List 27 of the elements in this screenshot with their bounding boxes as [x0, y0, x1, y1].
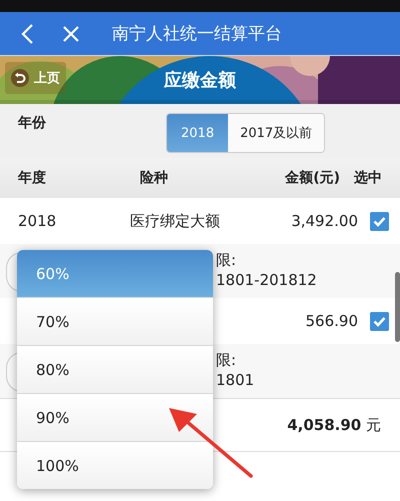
- page-title: 应缴金额: [164, 69, 236, 92]
- checkbox[interactable]: [370, 212, 388, 230]
- year-tab[interactable]: 2017及以前: [228, 114, 324, 152]
- menu-item[interactable]: 70%: [17, 297, 213, 345]
- column-header: 年度: [16, 169, 47, 187]
- year-label: 年份: [18, 114, 46, 132]
- total-amount: 4,058.90 元: [287, 416, 381, 434]
- menu-item[interactable]: 80%: [17, 345, 213, 393]
- back-icon[interactable]: [20, 22, 34, 44]
- period-value: 1801: [216, 370, 254, 390]
- scrollbar[interactable]: [395, 272, 400, 342]
- close-icon[interactable]: [62, 24, 80, 42]
- period-label: 限:: [216, 250, 238, 270]
- app-title: 南宁人社统一结算平台: [112, 23, 282, 45]
- column-header: 金额(元): [284, 169, 340, 187]
- checkbox[interactable]: [370, 312, 388, 330]
- menu-item[interactable]: 90%: [17, 393, 213, 441]
- menu-item[interactable]: 100%: [17, 441, 213, 489]
- period-value: 1801-201812: [216, 270, 317, 290]
- period-label: 限:: [216, 350, 238, 370]
- undo-icon: [11, 69, 29, 87]
- type-cell-text: 医疗绑定大额: [129, 212, 221, 230]
- column-header: 险种: [139, 169, 169, 187]
- amount-cell-text: 3,492.00: [290, 212, 358, 230]
- amount-cell-text: 566.90: [304, 312, 358, 330]
- column-header: 选中: [353, 169, 383, 187]
- year-cell-text: 2018: [17, 212, 58, 230]
